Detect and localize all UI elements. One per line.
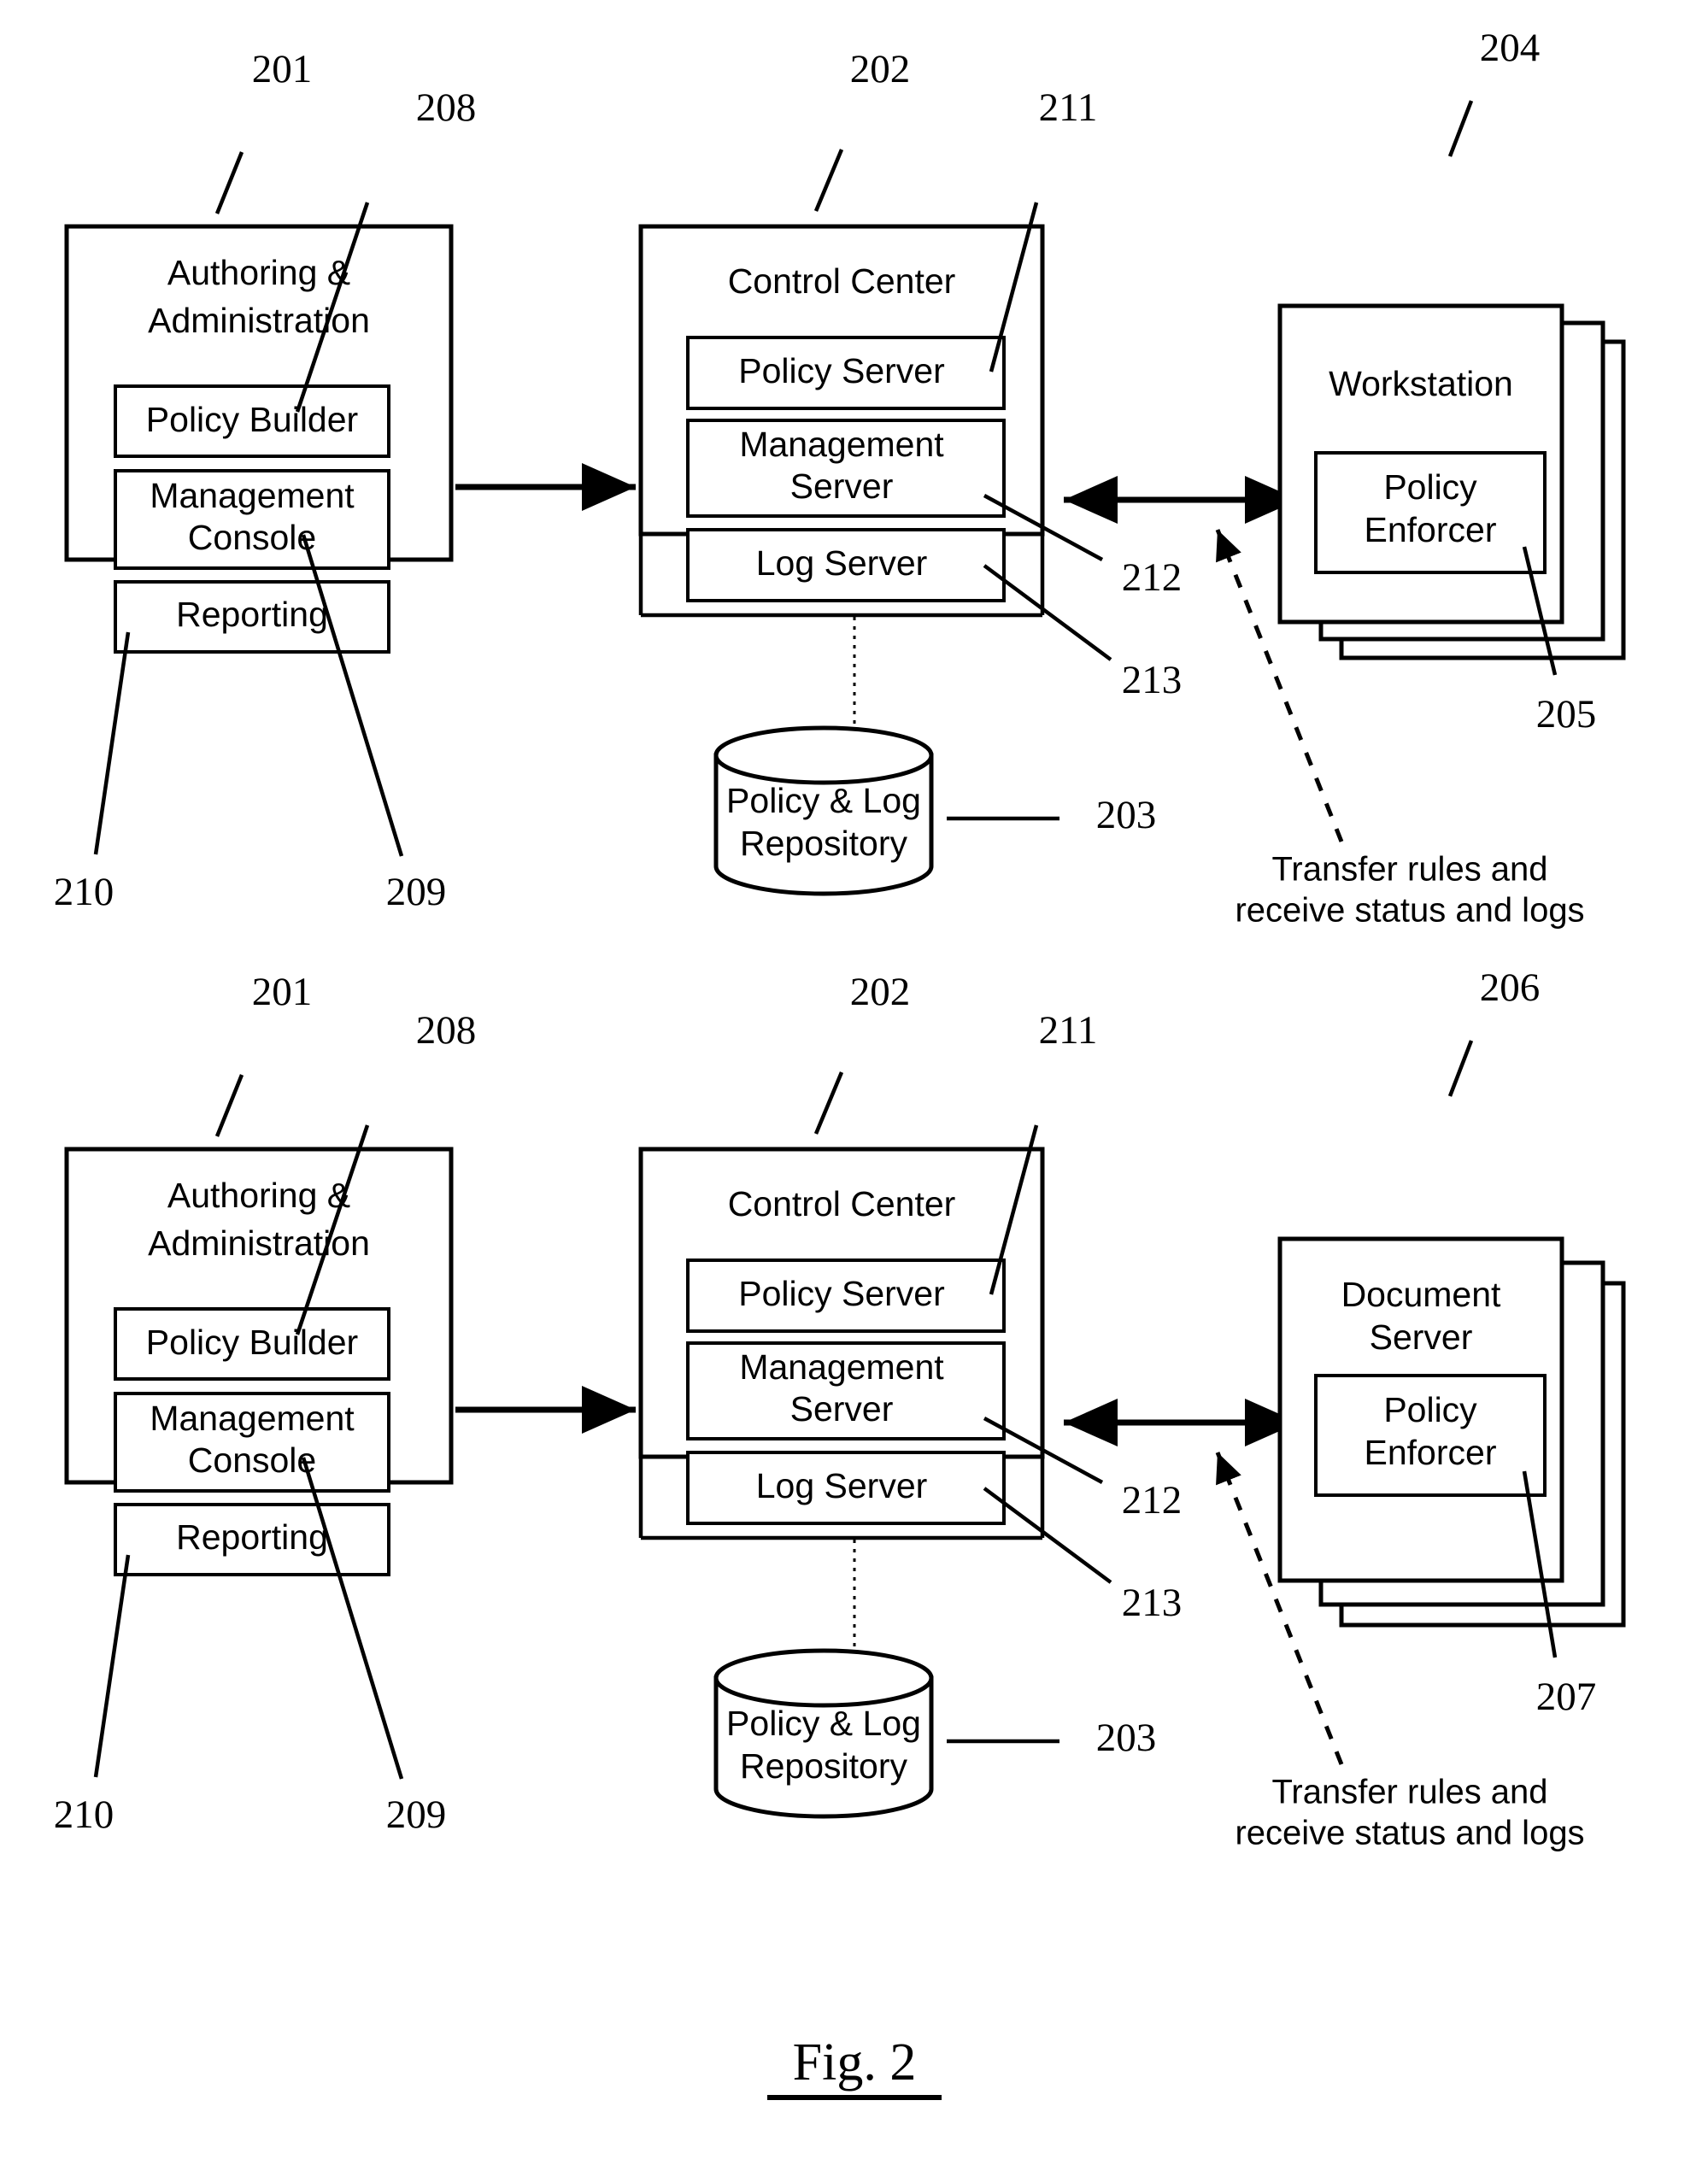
authoring-title-line2: Administration — [148, 301, 370, 340]
refnum-212-top: 212 — [1122, 555, 1183, 600]
refnum-210-bottom: 210 — [54, 1792, 114, 1837]
document-server-title-line2: Server — [1370, 1317, 1473, 1357]
annotation-line2-top: receive status and logs — [1235, 892, 1584, 930]
management-server-label-line1: Management — [739, 425, 944, 464]
authoring-title-line1: Authoring & — [167, 253, 350, 292]
policy-log-repository-bottom: Policy & Log Repository 203 — [713, 1540, 1157, 1819]
management-console-label-line1-bottom: Management — [150, 1399, 355, 1438]
leader-202-top — [813, 149, 844, 212]
authoring-title-line2-bottom: Administration — [148, 1223, 370, 1263]
figure-caption-group: Fig. 2 — [767, 2033, 942, 2100]
refnum-209-bottom: 209 — [386, 1792, 447, 1837]
policy-enforcer-label-line2-bottom: Enforcer — [1365, 1433, 1497, 1472]
repository-label-line2: Repository — [740, 824, 907, 863]
refnum-201-bottom: 201 — [252, 970, 313, 1014]
leader-202-bottom — [813, 1071, 844, 1135]
policy-server-label-bottom: Policy Server — [738, 1274, 945, 1313]
policy-builder-label-bottom: Policy Builder — [146, 1323, 358, 1362]
refnum-211-bottom: 211 — [1039, 1008, 1098, 1053]
management-server-label-line1-bottom: Management — [739, 1347, 944, 1387]
leader-204-top — [1447, 100, 1474, 157]
refnum-203-top: 203 — [1096, 793, 1157, 837]
leader-213-bottom — [983, 1487, 1112, 1584]
refnum-208-top: 208 — [416, 85, 477, 130]
leader-201-bottom — [214, 1074, 244, 1137]
authoring-administration-block-top: Authoring & Administration Policy Builde… — [54, 47, 477, 914]
repository-cylinder-top — [713, 725, 934, 785]
management-console-label-line2: Console — [188, 518, 316, 557]
policy-enforcer-label-line1-bottom: Policy — [1383, 1390, 1477, 1429]
figure-caption: Fig. 2 — [793, 2033, 917, 2092]
annotation-line2-bottom: receive status and logs — [1235, 1815, 1584, 1852]
patent-figure: Authoring & Administration Policy Builde… — [0, 0, 1708, 2165]
refnum-209-top: 209 — [386, 870, 447, 914]
leader-206-bottom — [1447, 1040, 1474, 1097]
panel-top: Authoring & Administration Policy Builde… — [54, 26, 1626, 930]
management-server-label-line2-bottom: Server — [790, 1389, 894, 1429]
repository-label-line1: Policy & Log — [726, 781, 921, 820]
leader-213-top — [983, 564, 1112, 661]
refnum-202-top: 202 — [850, 47, 911, 91]
policy-enforcer-label-line1-top: Policy — [1383, 467, 1477, 507]
figure-2-diagram: Authoring & Administration Policy Builde… — [54, 26, 1626, 2100]
repository-cylinder-top-bottom — [713, 1648, 934, 1708]
leader-201-top — [214, 151, 244, 214]
control-center-block-top: Control Center Policy Server Management … — [638, 47, 1183, 702]
control-center-block-bottom: Control Center Policy Server Management … — [638, 970, 1183, 1625]
repository-label-line1-bottom: Policy & Log — [726, 1704, 921, 1743]
log-server-label-bottom: Log Server — [756, 1466, 928, 1505]
annotation-line1-top: Transfer rules and — [1271, 851, 1547, 889]
authoring-administration-block-bottom: Authoring & Administration Policy Builde… — [54, 970, 477, 1837]
policy-server-label: Policy Server — [738, 351, 945, 390]
refnum-210-top: 210 — [54, 870, 114, 914]
control-center-title-bottom: Control Center — [728, 1184, 956, 1223]
reporting-label-bottom: Reporting — [176, 1517, 328, 1557]
document-server-title-line1: Document — [1341, 1275, 1501, 1314]
workstation-title-line1: Workstation — [1329, 364, 1513, 403]
refnum-201-top: 201 — [252, 47, 313, 91]
refnum-212-bottom: 212 — [1122, 1478, 1183, 1523]
refnum-206-bottom: 206 — [1480, 965, 1541, 1010]
refnum-211-top: 211 — [1039, 85, 1098, 130]
policy-log-repository-top: Policy & Log Repository 203 — [713, 617, 1157, 896]
authoring-title-line1-bottom: Authoring & — [167, 1176, 350, 1215]
repository-label-line2-bottom: Repository — [740, 1746, 907, 1786]
policy-enforcer-label-line2-top: Enforcer — [1365, 510, 1497, 549]
management-console-label-line2-bottom: Console — [188, 1440, 316, 1480]
leader-210-top — [93, 631, 131, 855]
refnum-203-bottom: 203 — [1096, 1716, 1157, 1760]
workstation-block-top: Workstation Policy Enforcer 204 205 — [1277, 26, 1626, 736]
refnum-213-bottom: 213 — [1122, 1581, 1183, 1625]
reporting-label: Reporting — [176, 595, 328, 634]
document-server-block-bottom: Document Server Policy Enforcer 206 207 — [1277, 965, 1626, 1719]
control-center-title: Control Center — [728, 261, 956, 301]
management-server-label-line2: Server — [790, 466, 894, 506]
management-console-label-line1: Management — [150, 476, 355, 515]
policy-builder-label: Policy Builder — [146, 400, 358, 439]
refnum-205-top: 205 — [1536, 692, 1597, 736]
panel-bottom: Authoring & Administration Policy Builde… — [54, 965, 1626, 1852]
annotation-line1-bottom: Transfer rules and — [1271, 1774, 1547, 1811]
refnum-202-bottom: 202 — [850, 970, 911, 1014]
refnum-208-bottom: 208 — [416, 1008, 477, 1053]
log-server-label: Log Server — [756, 543, 928, 583]
leader-210-bottom — [93, 1554, 131, 1778]
refnum-204-top: 204 — [1480, 26, 1541, 70]
refnum-207-bottom: 207 — [1536, 1675, 1597, 1719]
refnum-213-top: 213 — [1122, 658, 1183, 702]
